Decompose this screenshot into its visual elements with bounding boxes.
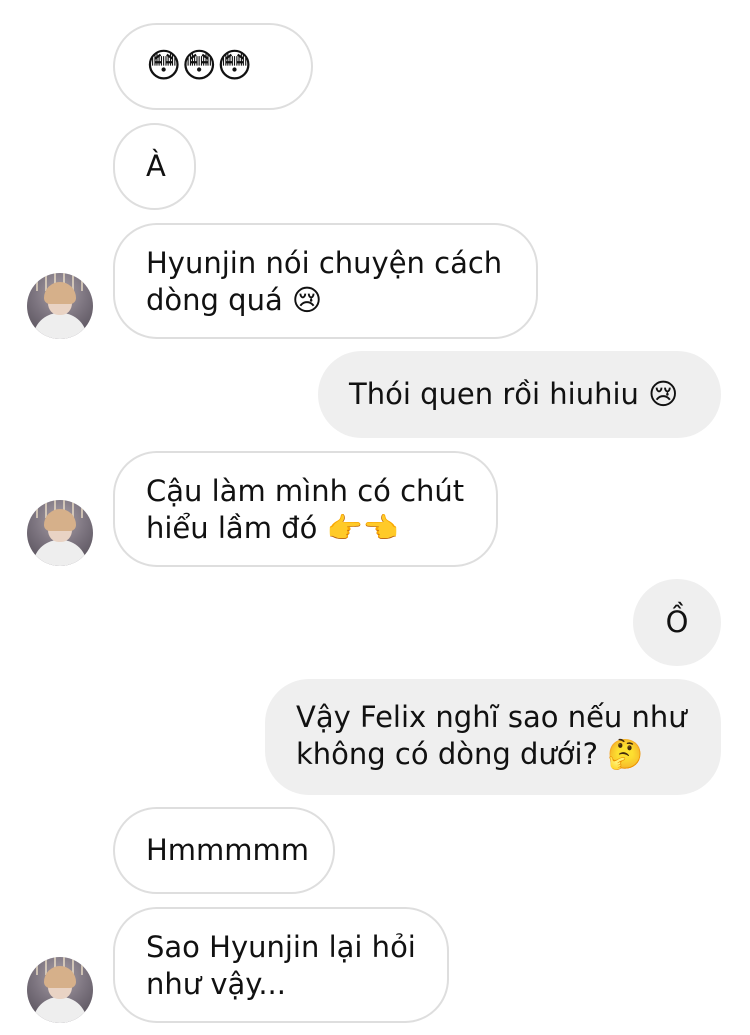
message-text-line: Vậy Felix nghĩ sao nếu như bbox=[296, 700, 687, 734]
message-text-line: không có dòng dưới? 🤔 bbox=[296, 737, 644, 771]
contact-avatar[interactable] bbox=[27, 273, 93, 339]
message-bubble-outgoing[interactable]: Vậy Felix nghĩ sao nếu như không có dòng… bbox=[265, 679, 721, 795]
message-bubble-incoming[interactable]: Cậu làm mình có chút hiểu lầm đó 👉👈 bbox=[113, 451, 498, 567]
contact-avatar[interactable] bbox=[27, 500, 93, 566]
message-text-line: Sao Hyunjin lại hỏi bbox=[146, 930, 416, 964]
message-bubble-incoming[interactable]: 😳😳😳 bbox=[113, 23, 313, 110]
message-text: 😳😳😳 bbox=[146, 46, 253, 86]
message-bubble-incoming[interactable]: Hyunjin nói chuyện cách dòng quá 😢 bbox=[113, 223, 538, 339]
message-bubble-incoming[interactable]: Hmmmmm bbox=[113, 807, 335, 894]
message-text-line: hiểu lầm đó 👉👈 bbox=[146, 511, 399, 545]
contact-avatar[interactable] bbox=[27, 957, 93, 1023]
message-text: Hmmmmm bbox=[146, 833, 310, 867]
message-text: À bbox=[146, 149, 166, 183]
message-text-line: Hyunjin nói chuyện cách bbox=[146, 246, 503, 280]
message-bubble-outgoing[interactable]: Ồ bbox=[633, 579, 721, 666]
avatar-body bbox=[33, 313, 87, 339]
message-text-line: Cậu làm mình có chút bbox=[146, 474, 465, 508]
message-bubble-incoming[interactable]: À bbox=[113, 123, 196, 210]
message-text: Thói quen rồi hiuhiu 😢 bbox=[349, 377, 679, 411]
message-bubble-incoming[interactable]: Sao Hyunjin lại hỏi như vậy... bbox=[113, 907, 449, 1023]
message-text-line: như vậy... bbox=[146, 967, 286, 1001]
avatar-body bbox=[33, 997, 87, 1023]
avatar-body bbox=[33, 540, 87, 566]
message-text-line: dòng quá 😢 bbox=[146, 283, 323, 317]
message-text: Ồ bbox=[665, 605, 689, 639]
message-bubble-outgoing[interactable]: Thói quen rồi hiuhiu 😢 bbox=[318, 351, 721, 438]
